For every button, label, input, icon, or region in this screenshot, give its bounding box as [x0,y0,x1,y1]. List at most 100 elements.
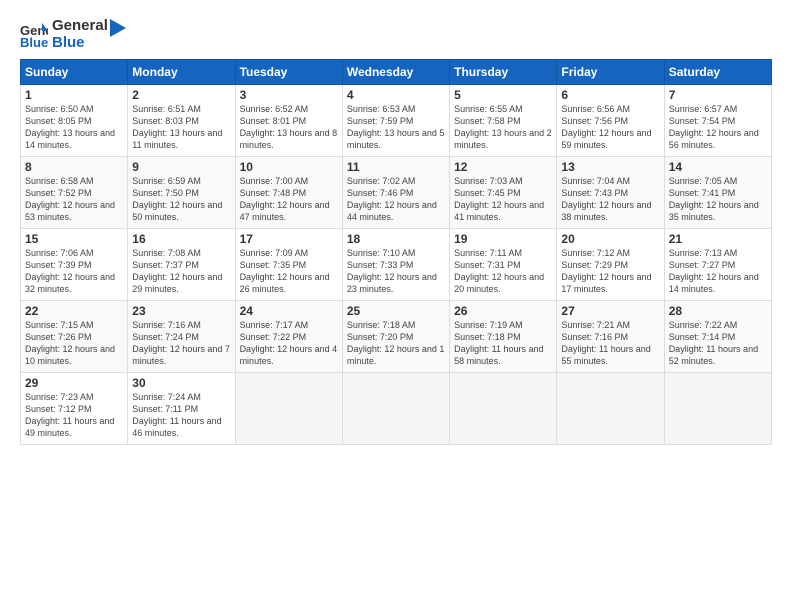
header: General Blue General Blue [20,18,772,51]
day-info: Sunrise: 7:19 AMSunset: 7:18 PMDaylight:… [454,319,552,368]
day-info: Sunrise: 6:53 AMSunset: 7:59 PMDaylight:… [347,103,445,152]
calendar-cell: 15Sunrise: 7:06 AMSunset: 7:39 PMDayligh… [21,229,128,301]
calendar-cell: 14Sunrise: 7:05 AMSunset: 7:41 PMDayligh… [664,157,771,229]
day-number: 13 [561,160,659,174]
calendar-cell: 20Sunrise: 7:12 AMSunset: 7:29 PMDayligh… [557,229,664,301]
calendar-cell: 8Sunrise: 6:58 AMSunset: 7:52 PMDaylight… [21,157,128,229]
calendar-cell: 21Sunrise: 7:13 AMSunset: 7:27 PMDayligh… [664,229,771,301]
day-info: Sunrise: 7:11 AMSunset: 7:31 PMDaylight:… [454,247,552,296]
calendar-cell [342,373,449,445]
day-number: 24 [240,304,338,318]
logo-blue: Blue [52,35,108,52]
day-number: 21 [669,232,767,246]
day-number: 29 [25,376,123,390]
day-number: 28 [669,304,767,318]
day-number: 15 [25,232,123,246]
day-number: 19 [454,232,552,246]
day-number: 18 [347,232,445,246]
calendar-cell [664,373,771,445]
logo-triangle [110,19,126,37]
calendar-cell: 26Sunrise: 7:19 AMSunset: 7:18 PMDayligh… [450,301,557,373]
day-number: 11 [347,160,445,174]
day-number: 2 [132,88,230,102]
weekday-header-friday: Friday [557,60,664,85]
day-number: 17 [240,232,338,246]
day-number: 27 [561,304,659,318]
weekday-header-tuesday: Tuesday [235,60,342,85]
day-number: 6 [561,88,659,102]
day-number: 16 [132,232,230,246]
calendar-cell: 19Sunrise: 7:11 AMSunset: 7:31 PMDayligh… [450,229,557,301]
day-number: 20 [561,232,659,246]
day-number: 26 [454,304,552,318]
calendar-cell: 12Sunrise: 7:03 AMSunset: 7:45 PMDayligh… [450,157,557,229]
day-info: Sunrise: 6:58 AMSunset: 7:52 PMDaylight:… [25,175,123,224]
day-info: Sunrise: 6:59 AMSunset: 7:50 PMDaylight:… [132,175,230,224]
calendar-table: SundayMondayTuesdayWednesdayThursdayFrid… [20,59,772,445]
day-info: Sunrise: 7:00 AMSunset: 7:48 PMDaylight:… [240,175,338,224]
weekday-header-sunday: Sunday [21,60,128,85]
day-info: Sunrise: 6:55 AMSunset: 7:58 PMDaylight:… [454,103,552,152]
day-info: Sunrise: 6:50 AMSunset: 8:05 PMDaylight:… [25,103,123,152]
calendar-cell: 18Sunrise: 7:10 AMSunset: 7:33 PMDayligh… [342,229,449,301]
logo: General Blue General Blue [20,18,126,51]
day-info: Sunrise: 7:10 AMSunset: 7:33 PMDaylight:… [347,247,445,296]
day-number: 7 [669,88,767,102]
day-number: 8 [25,160,123,174]
calendar-cell: 5Sunrise: 6:55 AMSunset: 7:58 PMDaylight… [450,85,557,157]
day-info: Sunrise: 7:09 AMSunset: 7:35 PMDaylight:… [240,247,338,296]
weekday-header-saturday: Saturday [664,60,771,85]
calendar-cell: 23Sunrise: 7:16 AMSunset: 7:24 PMDayligh… [128,301,235,373]
weekday-header-thursday: Thursday [450,60,557,85]
day-info: Sunrise: 7:08 AMSunset: 7:37 PMDaylight:… [132,247,230,296]
calendar-cell: 2Sunrise: 6:51 AMSunset: 8:03 PMDaylight… [128,85,235,157]
calendar-cell [557,373,664,445]
calendar-cell: 7Sunrise: 6:57 AMSunset: 7:54 PMDaylight… [664,85,771,157]
day-number: 23 [132,304,230,318]
calendar-cell: 13Sunrise: 7:04 AMSunset: 7:43 PMDayligh… [557,157,664,229]
day-info: Sunrise: 6:52 AMSunset: 8:01 PMDaylight:… [240,103,338,152]
day-number: 1 [25,88,123,102]
calendar-cell [235,373,342,445]
weekday-header-wednesday: Wednesday [342,60,449,85]
day-info: Sunrise: 7:22 AMSunset: 7:14 PMDaylight:… [669,319,767,368]
logo-icon: General Blue [20,21,48,49]
calendar-cell: 27Sunrise: 7:21 AMSunset: 7:16 PMDayligh… [557,301,664,373]
calendar-cell: 4Sunrise: 6:53 AMSunset: 7:59 PMDaylight… [342,85,449,157]
calendar-cell: 30Sunrise: 7:24 AMSunset: 7:11 PMDayligh… [128,373,235,445]
day-number: 25 [347,304,445,318]
day-info: Sunrise: 6:57 AMSunset: 7:54 PMDaylight:… [669,103,767,152]
day-number: 10 [240,160,338,174]
day-info: Sunrise: 7:05 AMSunset: 7:41 PMDaylight:… [669,175,767,224]
day-info: Sunrise: 7:06 AMSunset: 7:39 PMDaylight:… [25,247,123,296]
calendar-cell: 16Sunrise: 7:08 AMSunset: 7:37 PMDayligh… [128,229,235,301]
calendar-cell: 24Sunrise: 7:17 AMSunset: 7:22 PMDayligh… [235,301,342,373]
calendar-cell: 1Sunrise: 6:50 AMSunset: 8:05 PMDaylight… [21,85,128,157]
svg-text:Blue: Blue [20,35,48,49]
calendar-cell: 6Sunrise: 6:56 AMSunset: 7:56 PMDaylight… [557,85,664,157]
calendar-cell: 3Sunrise: 6:52 AMSunset: 8:01 PMDaylight… [235,85,342,157]
day-info: Sunrise: 7:15 AMSunset: 7:26 PMDaylight:… [25,319,123,368]
day-info: Sunrise: 7:04 AMSunset: 7:43 PMDaylight:… [561,175,659,224]
calendar-cell: 28Sunrise: 7:22 AMSunset: 7:14 PMDayligh… [664,301,771,373]
day-info: Sunrise: 7:02 AMSunset: 7:46 PMDaylight:… [347,175,445,224]
day-info: Sunrise: 7:23 AMSunset: 7:12 PMDaylight:… [25,391,123,440]
day-info: Sunrise: 7:21 AMSunset: 7:16 PMDaylight:… [561,319,659,368]
day-number: 5 [454,88,552,102]
calendar-cell: 10Sunrise: 7:00 AMSunset: 7:48 PMDayligh… [235,157,342,229]
day-number: 30 [132,376,230,390]
page: General Blue General Blue SundayMondayTu… [0,0,792,612]
day-number: 4 [347,88,445,102]
day-number: 9 [132,160,230,174]
day-info: Sunrise: 7:18 AMSunset: 7:20 PMDaylight:… [347,319,445,368]
day-number: 12 [454,160,552,174]
day-number: 22 [25,304,123,318]
weekday-header-monday: Monday [128,60,235,85]
day-info: Sunrise: 7:16 AMSunset: 7:24 PMDaylight:… [132,319,230,368]
calendar-cell: 29Sunrise: 7:23 AMSunset: 7:12 PMDayligh… [21,373,128,445]
day-info: Sunrise: 7:13 AMSunset: 7:27 PMDaylight:… [669,247,767,296]
day-number: 14 [669,160,767,174]
calendar-cell: 22Sunrise: 7:15 AMSunset: 7:26 PMDayligh… [21,301,128,373]
calendar-cell: 17Sunrise: 7:09 AMSunset: 7:35 PMDayligh… [235,229,342,301]
day-info: Sunrise: 7:24 AMSunset: 7:11 PMDaylight:… [132,391,230,440]
